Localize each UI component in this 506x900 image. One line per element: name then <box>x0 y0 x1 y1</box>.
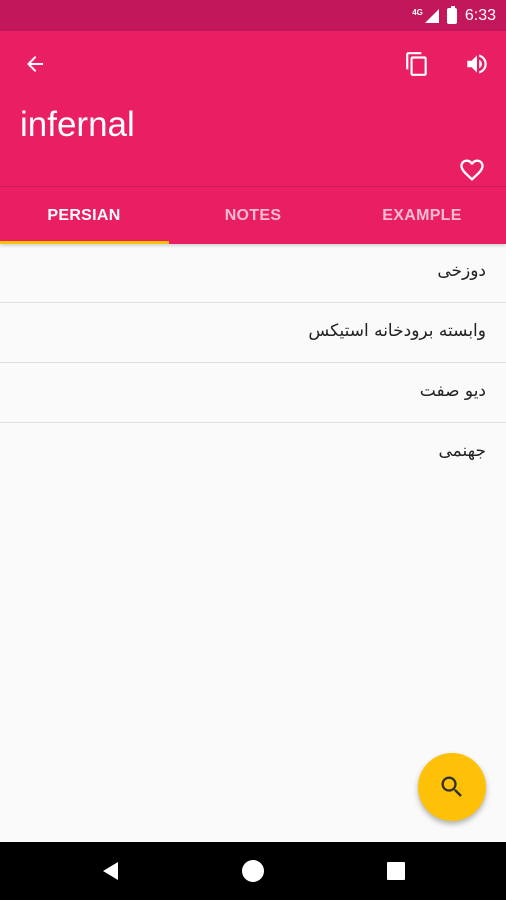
status-time: 6:33 <box>464 6 496 24</box>
tab-persian[interactable]: PERSIAN <box>0 187 168 244</box>
tab-bar: PERSIAN NOTES EXAMPLE <box>0 186 506 244</box>
status-bar: 4G 6:33 <box>0 0 506 31</box>
list-item[interactable]: جهنمی <box>0 423 506 483</box>
copy-icon[interactable] <box>402 49 432 79</box>
word-title: infernal <box>20 105 135 144</box>
back-triangle-icon[interactable] <box>96 856 126 886</box>
battery-icon <box>446 5 457 24</box>
signal-indicator: 4G <box>412 8 439 23</box>
list-item[interactable]: وابسته برودخانه استیکس <box>0 303 506 363</box>
list-item[interactable]: دوزخی <box>0 243 506 303</box>
arrow-back-icon[interactable] <box>20 49 50 79</box>
translation-text: وابسته برودخانه استیکس <box>308 321 486 341</box>
recents-square-icon[interactable] <box>381 856 411 886</box>
translation-list: دوزخی وابسته برودخانه استیکس دیو صفت جهن… <box>0 243 506 483</box>
search-fab[interactable] <box>418 753 486 821</box>
tab-notes[interactable]: NOTES <box>169 187 337 244</box>
volume-up-icon[interactable] <box>462 49 492 79</box>
signal-icon <box>424 8 439 23</box>
navigation-bar <box>0 842 506 900</box>
tab-example[interactable]: EXAMPLE <box>338 187 506 244</box>
list-item[interactable]: دیو صفت <box>0 363 506 423</box>
translation-text: دوزخی <box>437 261 486 281</box>
home-circle-icon[interactable] <box>238 856 268 886</box>
translation-text: جهنمی <box>438 441 486 461</box>
app-bar: infernal <box>0 31 506 186</box>
heart-outline-icon[interactable] <box>457 155 487 185</box>
translation-text: دیو صفت <box>419 381 486 401</box>
search-icon <box>441 776 462 797</box>
network-type: 4G <box>412 8 423 17</box>
